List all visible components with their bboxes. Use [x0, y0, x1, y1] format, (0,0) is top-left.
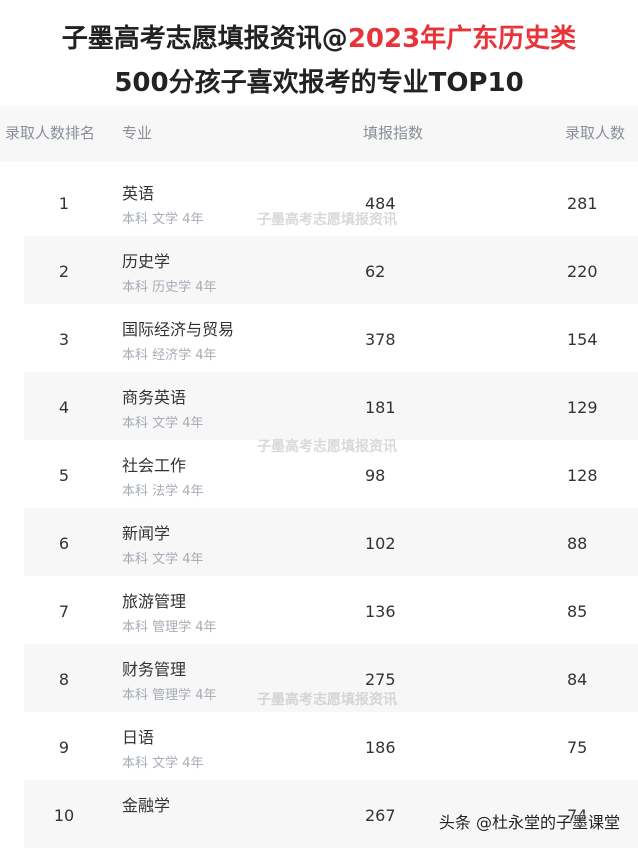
cell-rank: 5: [58, 466, 70, 485]
cell-major-detail: 本科 文学 4年: [122, 552, 204, 567]
cell-major-detail: 本科 法学 4年: [122, 484, 204, 499]
cell-major-detail: 本科 文学 4年: [122, 416, 204, 431]
cell-major-detail: 本科 管理学 4年: [122, 620, 217, 635]
cell-rank: 9: [58, 738, 70, 757]
cell-major: 新闻学: [122, 524, 171, 543]
cell-admit: 128: [567, 466, 598, 485]
table-row: 8 财务管理 本科 管理学 4年 275 84: [0, 644, 638, 712]
cell-index: 186: [365, 738, 396, 757]
cell-major-detail: 本科 文学 4年: [122, 756, 204, 771]
cell-admit: 154: [567, 330, 598, 349]
cell-admit: 220: [567, 262, 598, 281]
cell-major-detail: 本科 管理学 4年: [122, 688, 217, 703]
cell-index: 136: [365, 602, 396, 621]
cell-major: 财务管理: [122, 660, 187, 679]
cell-major-detail: 本科 经济学 4年: [122, 348, 217, 363]
cell-major-detail: 本科 历史学 4年: [122, 280, 217, 295]
table-row: 4 商务英语 本科 文学 4年 181 129: [0, 372, 638, 440]
cell-index: 181: [365, 398, 396, 417]
page-title-line2: 500分孩子喜欢报考的专业TOP10: [114, 68, 524, 98]
cell-rank: 1: [58, 194, 70, 213]
table-row: 5 社会工作 本科 法学 4年 98 128: [0, 440, 638, 508]
cell-rank: 4: [58, 398, 70, 417]
table-row: 3 国际经济与贸易 本科 经济学 4年 378 154: [0, 304, 638, 372]
cell-rank: 6: [58, 534, 70, 553]
cell-major: 历史学: [122, 252, 171, 271]
cell-major: 社会工作: [122, 456, 187, 475]
cell-admit: 75: [567, 738, 588, 757]
cell-admit: 85: [567, 602, 588, 621]
table-row: 1 英语 本科 文学 4年 484 281: [0, 168, 638, 236]
table-row: 6 新闻学 本科 文学 4年 102 88: [0, 508, 638, 576]
cell-index: 62: [365, 262, 386, 281]
cell-admit: 88: [567, 534, 588, 553]
cell-major: 旅游管理: [122, 592, 187, 611]
cell-major: 日语: [122, 728, 155, 747]
title-highlight: 2023年广东历史类: [347, 24, 577, 54]
cell-index: 267: [365, 806, 396, 825]
cell-rank: 3: [58, 330, 70, 349]
cell-major-detail: 本科 文学 4年: [122, 212, 204, 227]
table-row: 9 日语 本科 文学 4年 186 75: [0, 712, 638, 780]
cell-index: 378: [365, 330, 396, 349]
cell-index: 98: [365, 466, 386, 485]
cell-rank: 7: [58, 602, 70, 621]
table-row: 2 历史学 本科 历史学 4年 62 220: [0, 236, 638, 304]
footer-credit: 头条 @杜永堂的子墨课堂: [438, 813, 620, 832]
header-index: 填报指数: [363, 124, 424, 142]
cell-major: 英语: [122, 184, 155, 203]
title-prefix: 子墨高考志愿填报资讯@: [61, 24, 348, 54]
cell-index: 275: [365, 670, 396, 689]
cell-major: 商务英语: [122, 388, 187, 407]
page-title-line1: 子墨高考志愿填报资讯@2023年广东历史类: [0, 18, 638, 55]
cell-major: 金融学: [122, 796, 171, 815]
header-major: 专业: [122, 124, 153, 142]
table-row: 7 旅游管理 本科 管理学 4年 136 85: [0, 576, 638, 644]
cell-major: 国际经济与贸易: [122, 320, 235, 339]
table-header: 录取人数排名 专业 填报指数 录取人数: [0, 106, 638, 162]
cell-rank: 8: [58, 670, 70, 689]
header-rank: 录取人数排名: [5, 124, 96, 142]
cell-index: 102: [365, 534, 396, 553]
cell-admit: 129: [567, 398, 598, 417]
cell-admit: 281: [567, 194, 598, 213]
cell-rank: 2: [58, 262, 70, 281]
cell-admit: 84: [567, 670, 588, 689]
cell-index: 484: [365, 194, 396, 213]
header-admit: 录取人数: [565, 124, 626, 142]
cell-rank: 10: [53, 806, 75, 825]
